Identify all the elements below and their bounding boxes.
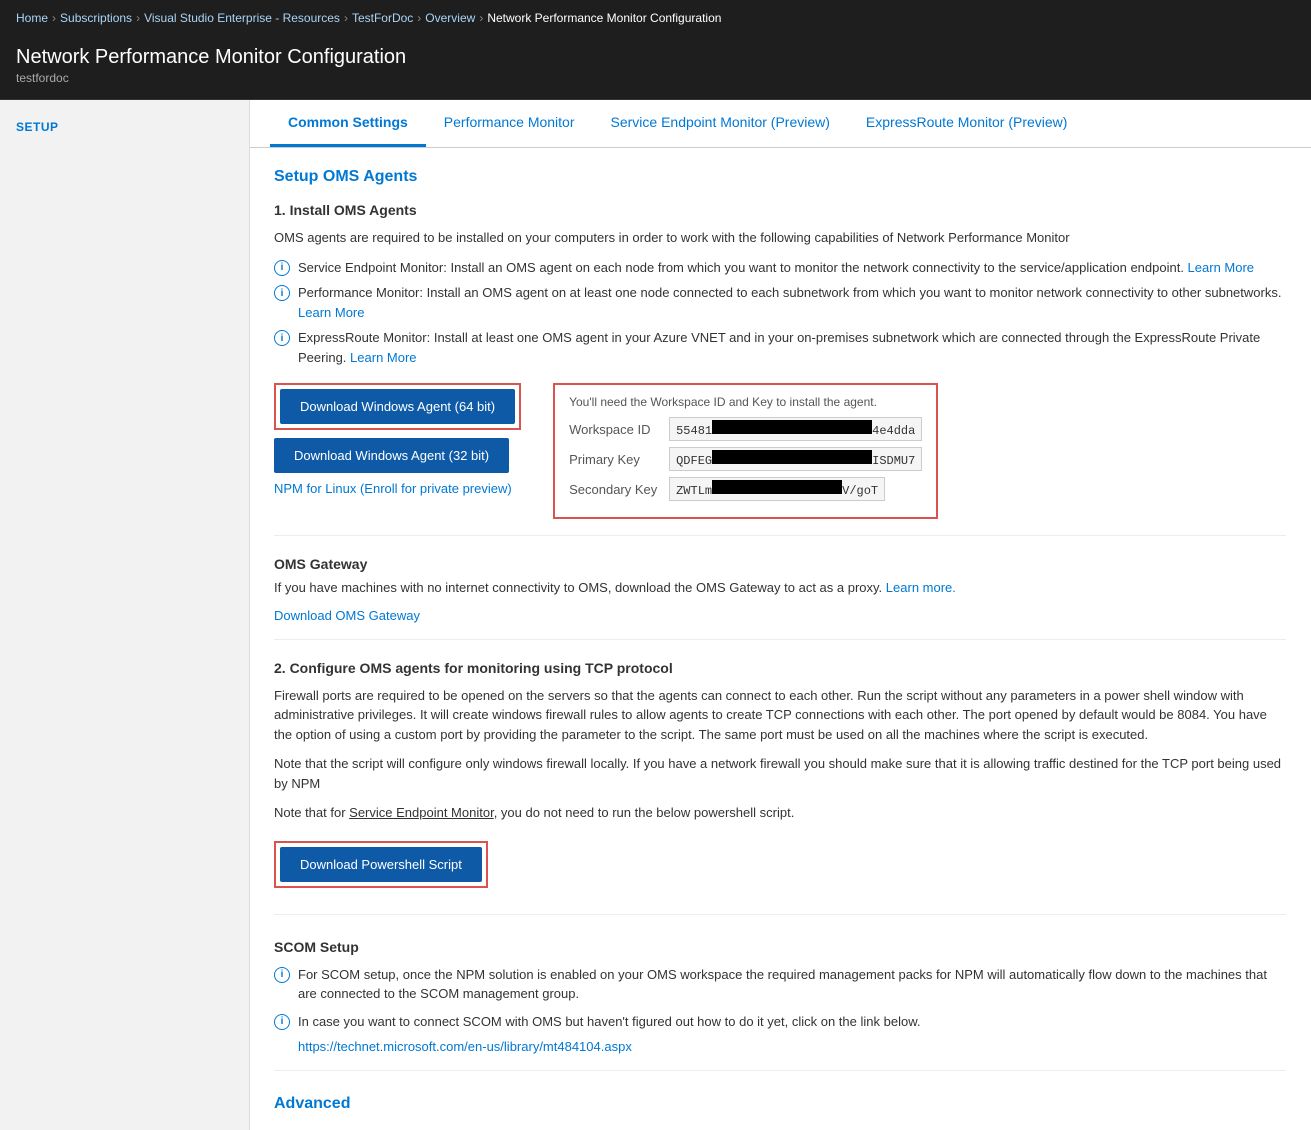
breadcrumb-overview[interactable]: Overview	[425, 11, 475, 25]
page-title: Network Performance Monitor Configuratio…	[16, 46, 1295, 69]
gateway-download-link[interactable]: Download OMS Gateway	[274, 608, 420, 623]
step1-title: 1. Install OMS Agents	[274, 202, 1286, 218]
tabs-bar: Common Settings Performance Monitor Serv…	[250, 100, 1311, 148]
step2-body1: Firewall ports are required to be opened…	[274, 686, 1286, 745]
setup-oms-title: Setup OMS Agents	[274, 168, 1286, 186]
workspace-note: You'll need the Workspace ID and Key to …	[569, 395, 922, 409]
info-icon-scom-1: i	[274, 967, 290, 983]
page-header: Network Performance Monitor Configuratio…	[0, 36, 1311, 100]
secondary-key-value: ZWTLmV/goT	[669, 477, 885, 501]
download-32-button[interactable]: Download Windows Agent (32 bit)	[274, 438, 509, 473]
secondary-key-row: Secondary Key ZWTLmV/goT	[569, 477, 922, 501]
advanced-title: Advanced	[274, 1095, 1286, 1113]
secondary-key-label: Secondary Key	[569, 482, 669, 497]
download-ps-button[interactable]: Download Powershell Script	[280, 847, 482, 882]
bullet-expressroute-monitor: i ExpressRoute Monitor: Install at least…	[274, 328, 1286, 367]
download-ps-highlight: Download Powershell Script	[274, 841, 488, 888]
learn-more-link-3[interactable]: Learn More	[350, 350, 416, 365]
main-layout: SETUP Common Settings Performance Monito…	[0, 100, 1311, 1130]
tab-service-endpoint-monitor[interactable]: Service Endpoint Monitor (Preview)	[593, 100, 848, 147]
divider-4	[274, 1070, 1286, 1071]
tab-common-settings[interactable]: Common Settings	[270, 100, 426, 147]
gateway-learn-more-link[interactable]: Learn more.	[886, 580, 956, 595]
workspace-id-row: Workspace ID 554814e4dda	[569, 417, 922, 441]
scom-technet-link[interactable]: https://technet.microsoft.com/en-us/libr…	[298, 1039, 632, 1054]
tab-content: Setup OMS Agents 1. Install OMS Agents O…	[250, 148, 1310, 1130]
gateway-section: OMS Gateway If you have machines with no…	[274, 556, 1286, 623]
breadcrumb-subscriptions[interactable]: Subscriptions	[60, 11, 132, 25]
step2-title: 2. Configure OMS agents for monitoring u…	[274, 660, 1286, 676]
info-icon-1: i	[274, 260, 290, 276]
bullet-performance-monitor: i Performance Monitor: Install an OMS ag…	[274, 283, 1286, 322]
tab-expressroute-monitor[interactable]: ExpressRoute Monitor (Preview)	[848, 100, 1086, 147]
workspace-id-value: 554814e4dda	[669, 417, 922, 441]
info-icon-3: i	[274, 330, 290, 346]
scom-bullet-2-text: In case you want to connect SCOM with OM…	[298, 1012, 920, 1032]
step2-body3: Note that for Service Endpoint Monitor, …	[274, 803, 1286, 823]
primary-key-value: QDFEGISDMU7	[669, 447, 922, 471]
info-icon-2: i	[274, 285, 290, 301]
download-64-highlight: Download Windows Agent (64 bit)	[274, 383, 521, 430]
primary-key-redacted	[712, 450, 872, 464]
primary-key-row: Primary Key QDFEGISDMU7	[569, 447, 922, 471]
step2-body2: Note that the script will configure only…	[274, 754, 1286, 793]
sidebar-item-setup[interactable]: SETUP	[0, 110, 249, 144]
breadcrumb-vs-enterprise[interactable]: Visual Studio Enterprise - Resources	[144, 11, 340, 25]
gateway-body: If you have machines with no internet co…	[274, 578, 1286, 598]
breadcrumb-home[interactable]: Home	[16, 11, 48, 25]
divider-3	[274, 914, 1286, 915]
breadcrumb-bar: Home › Subscriptions › Visual Studio Ent…	[0, 0, 1311, 36]
bullet-service-endpoint: i Service Endpoint Monitor: Install an O…	[274, 258, 1286, 278]
primary-key-label: Primary Key	[569, 452, 669, 467]
workspace-id-label: Workspace ID	[569, 422, 669, 437]
sidebar: SETUP	[0, 100, 250, 1130]
download-buttons-group: Download Windows Agent (64 bit) Download…	[274, 383, 521, 496]
breadcrumb-current: Network Performance Monitor Configuratio…	[487, 11, 721, 25]
scom-bullet-2: i In case you want to connect SCOM with …	[274, 1012, 1286, 1032]
npm-linux-link[interactable]: NPM for Linux (Enroll for private previe…	[274, 481, 512, 496]
scom-bullet-1: i For SCOM setup, once the NPM solution …	[274, 965, 1286, 1004]
main-content: Common Settings Performance Monitor Serv…	[250, 100, 1311, 1130]
service-endpoint-monitor-ref: Service Endpoint Monitor	[349, 805, 494, 820]
workspace-id-redacted	[712, 420, 872, 434]
secondary-key-redacted	[712, 480, 842, 494]
tab-performance-monitor[interactable]: Performance Monitor	[426, 100, 593, 147]
workspace-info-box: You'll need the Workspace ID and Key to …	[553, 383, 938, 519]
info-icon-scom-2: i	[274, 1014, 290, 1030]
scom-bullet-1-text: For SCOM setup, once the NPM solution is…	[298, 965, 1286, 1004]
gateway-title: OMS Gateway	[274, 556, 1286, 572]
divider-2	[274, 639, 1286, 640]
page-subtitle: testfordoc	[16, 71, 1295, 85]
scom-section: SCOM Setup i For SCOM setup, once the NP…	[274, 939, 1286, 1055]
advanced-section: Advanced	[274, 1095, 1286, 1113]
step2-section: 2. Configure OMS agents for monitoring u…	[274, 660, 1286, 898]
divider-1	[274, 535, 1286, 536]
breadcrumb-testfordoc[interactable]: TestForDoc	[352, 11, 413, 25]
scom-title: SCOM Setup	[274, 939, 1286, 955]
step1-body: OMS agents are required to be installed …	[274, 228, 1286, 248]
download-area: Download Windows Agent (64 bit) Download…	[274, 383, 1286, 519]
learn-more-link-2[interactable]: Learn More	[298, 305, 364, 320]
download-64-button[interactable]: Download Windows Agent (64 bit)	[280, 389, 515, 424]
learn-more-link-1[interactable]: Learn More	[1188, 260, 1254, 275]
